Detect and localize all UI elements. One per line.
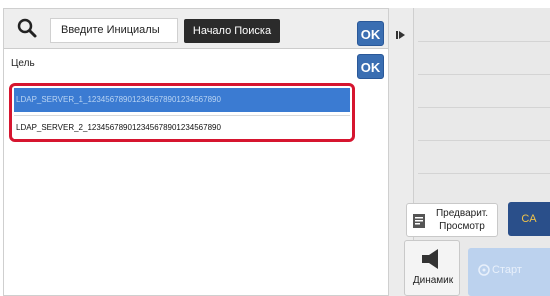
start-icon [478,264,490,276]
preview-label: Предварит. Просмотр [435,208,489,232]
speaker-label: Динамик [412,275,454,286]
start-label: Старт [492,264,522,276]
action-panel-divider [418,173,550,174]
search-ok-button[interactable]: OK [357,21,384,46]
speaker-icon [422,249,438,269]
initials-input[interactable]: Введите Инициалы [50,18,178,43]
action-panel-divider [418,74,550,75]
target-ok-button[interactable]: OK [357,54,384,79]
preview-icon [413,214,425,228]
start-button[interactable]: Старт [468,248,550,296]
address-search-screen: Введите Инициалы Начало Поиска OK Цель O… [0,0,550,296]
search-icon[interactable] [16,17,38,39]
search-panel: Введите Инициалы Начало Поиска OK Цель O… [3,8,389,296]
list-item-server-2[interactable]: LDAP_SERVER_2_12345678901234567890123456… [14,115,350,139]
speaker-button[interactable]: Динамик [404,240,460,296]
action-panel-divider [418,140,550,141]
server-list: LDAP_SERVER_1_12345678901234567890123456… [9,83,355,142]
action-panel-divider [418,107,550,108]
clear-all-button[interactable]: CA [508,202,550,236]
preview-button[interactable]: Предварит. Просмотр [406,203,498,237]
list-item-server-1[interactable]: LDAP_SERVER_1_12345678901234567890123456… [14,88,350,112]
start-search-button[interactable]: Начало Поиска [184,19,280,43]
expand-panel-icon[interactable] [395,29,407,41]
target-label: Цель [11,58,35,69]
action-panel-divider [418,41,550,42]
search-bar: Введите Инициалы Начало Поиска OK [4,9,389,49]
